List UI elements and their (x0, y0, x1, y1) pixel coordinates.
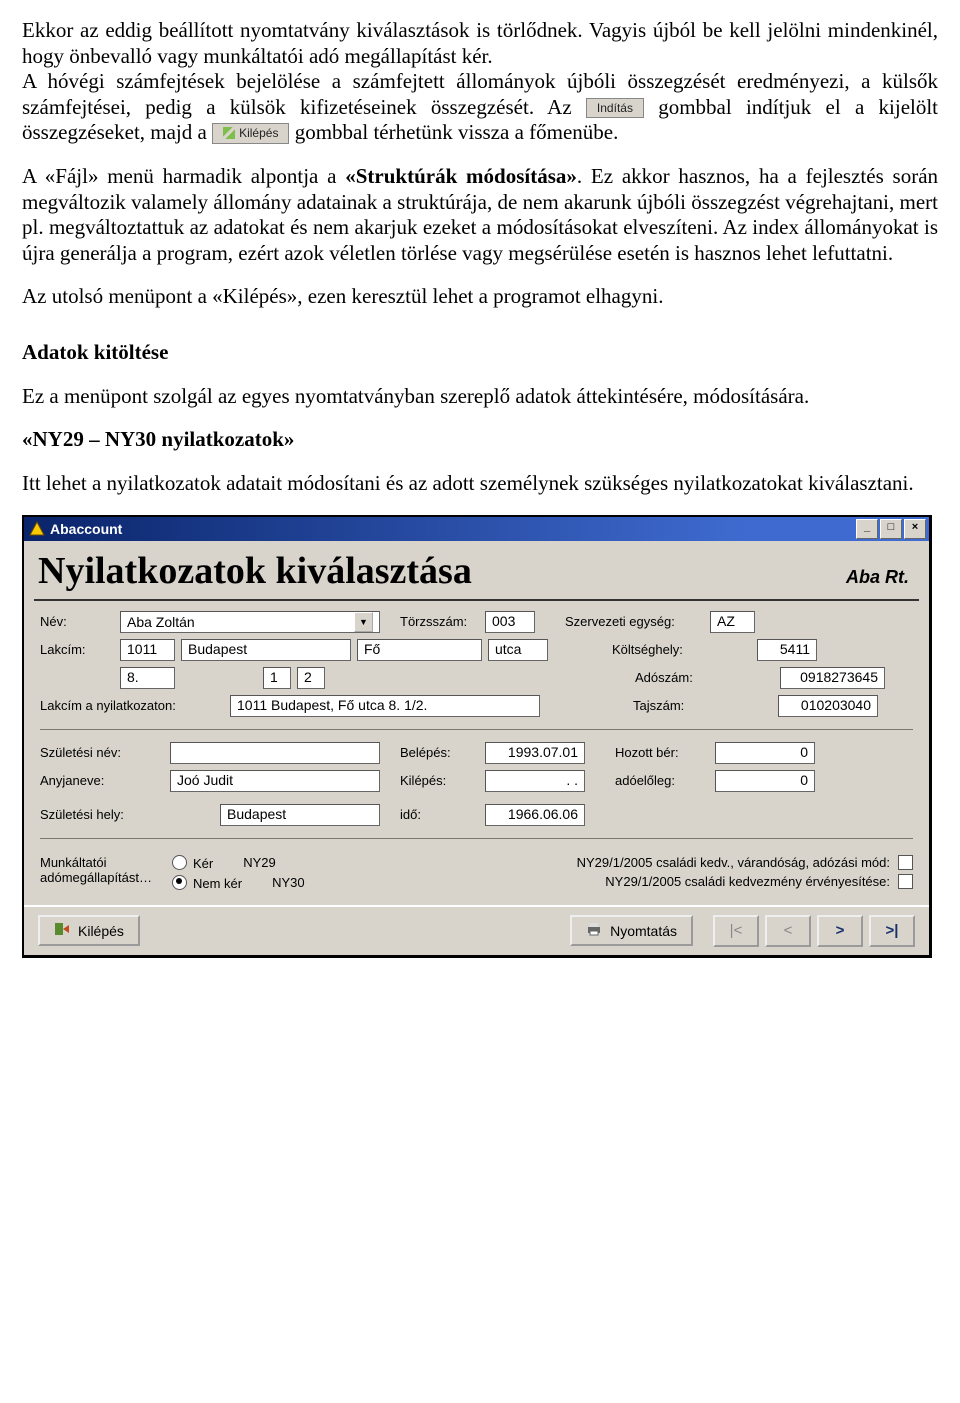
label-adoszam: Adószám: (635, 670, 780, 685)
anyaneve-input[interactable]: Joó Judit (170, 770, 380, 792)
label-munk: Munkáltatói adómegállapítást… (40, 851, 160, 895)
minimize-button[interactable]: _ (856, 519, 878, 539)
label-kilepes: Kilépés: (400, 773, 485, 788)
kozterulet-input[interactable]: utca (488, 639, 548, 661)
belepes-input[interactable]: 1993.07.01 (485, 742, 585, 764)
label-torzsszam: Törzsszám: (400, 614, 485, 629)
text-bold: «Struktúrák módosítása» (345, 164, 577, 188)
section-heading: «NY29 – NY30 nyilatkozatok» (22, 427, 938, 453)
szulhely-input[interactable]: Budapest (220, 804, 380, 826)
radio-ker[interactable] (172, 855, 187, 870)
chk1-label: NY29/1/2005 családi kedv., várandóság, a… (577, 855, 890, 870)
adoeloleg-input[interactable]: 0 (715, 770, 815, 792)
radio-nemker[interactable] (172, 875, 187, 890)
chk2-label: NY29/1/2005 családi kedvezmény érvényesí… (605, 874, 890, 889)
adoszam-input[interactable]: 0918273645 (780, 667, 885, 689)
chk2[interactable] (898, 874, 913, 889)
utcanev-input[interactable]: Fő (357, 639, 482, 661)
nav-last-button[interactable]: >| (869, 915, 915, 947)
exit-icon (54, 921, 70, 940)
nev-value: Aba Zoltán (127, 614, 195, 630)
nav-next-button[interactable]: > (817, 915, 863, 947)
varos-input[interactable]: Budapest (181, 639, 351, 661)
nav-first-button[interactable]: |< (713, 915, 759, 947)
nyomtatas-label: Nyomtatás (610, 923, 677, 939)
emelet-input[interactable]: 1 (263, 667, 291, 689)
app-icon (29, 521, 45, 537)
text: gombbal térhetünk vissza a főmenübe. (295, 120, 619, 144)
label-szulnev: Születési név: (40, 745, 170, 760)
nav-group: |< < > >| (713, 915, 915, 947)
maximize-button[interactable]: □ (880, 519, 902, 539)
label-hozott: Hozott bér: (615, 745, 715, 760)
page-title: Nyilatkozatok kiválasztása (38, 549, 472, 593)
ny29-label: NY29 (243, 855, 276, 870)
label-koltseghely: Költséghely: (612, 642, 757, 657)
kilepes-input[interactable]: . . (485, 770, 585, 792)
paragraph: Ez a menüpont szolgál az egyes nyomtatvá… (22, 384, 938, 410)
titlebar: Abaccount _ □ × (24, 517, 929, 541)
form: Név: Aba Zoltán ▼ Törzsszám: 003 Szervez… (24, 611, 929, 905)
label-szulhely: Születési hely: (40, 807, 220, 822)
button-bar: Kilépés Nyomtatás |< < > >| (24, 905, 929, 955)
label-lakcim: Lakcím: (40, 642, 120, 657)
inditas-button[interactable]: Indítás (586, 98, 644, 119)
koltseghely-input[interactable]: 5411 (757, 639, 817, 661)
irsz-input[interactable]: 1011 (120, 639, 175, 661)
nyomtatas-button[interactable]: Nyomtatás (570, 915, 693, 946)
ido-input[interactable]: 1966.06.06 (485, 804, 585, 826)
radio-ker-label: Kér (193, 856, 213, 871)
text: A «Fájl» menü harmadik alpontja a (22, 164, 345, 188)
chevron-down-icon[interactable]: ▼ (354, 612, 373, 632)
label-anyaneve: Anyjaneve: (40, 773, 170, 788)
hazszam-input[interactable]: 8. (120, 667, 175, 689)
nav-prev-button[interactable]: < (765, 915, 811, 947)
paragraph: A «Fájl» menü harmadik alpontja a «Struk… (22, 164, 938, 266)
kilepes-button[interactable]: Kilépés (38, 915, 140, 946)
label-belepes: Belépés: (400, 745, 485, 760)
paragraph: Az utolsó menüpont a «Kilépés», ezen ker… (22, 284, 938, 310)
label-tajszam: Tajszám: (633, 698, 778, 713)
chk1[interactable] (898, 855, 913, 870)
ny30-label: NY30 (272, 875, 305, 890)
lakcim-ny-input[interactable]: 1011 Budapest, Fő utca 8. 1/2. (230, 695, 540, 717)
hozott-input[interactable]: 0 (715, 742, 815, 764)
company-name: Aba Rt. (846, 567, 909, 588)
section-heading: Adatok kitöltése (22, 340, 938, 366)
radio-nemker-label: Nem kér (193, 876, 242, 891)
kilepes-inline-button[interactable]: Kilépés (212, 123, 289, 144)
label-ido: idő: (400, 807, 485, 822)
window-title: Abaccount (50, 521, 122, 537)
nev-select[interactable]: Aba Zoltán ▼ (120, 611, 380, 633)
szulnev-input[interactable] (170, 742, 380, 764)
torzsszam-input[interactable]: 003 (485, 611, 535, 633)
ajto-input[interactable]: 2 (297, 667, 325, 689)
szerv-input[interactable]: AZ (710, 611, 755, 633)
text: Ekkor az eddig beállított nyomtatvány ki… (22, 18, 938, 68)
print-icon (586, 921, 602, 940)
app-window: Abaccount _ □ × Nyilatkozatok kiválasztá… (22, 515, 932, 958)
label-adoeloleg: adóelőleg: (615, 773, 715, 788)
label-szerv: Szervezeti egység: (565, 614, 710, 629)
label-lakcim-ny: Lakcím a nyilatkozaton: (40, 698, 230, 713)
kilepes-label: Kilépés (78, 923, 124, 939)
paragraph: Ekkor az eddig beállított nyomtatvány ki… (22, 18, 938, 146)
paragraph: Itt lehet a nyilatkozatok adatait módosí… (22, 471, 938, 497)
close-button[interactable]: × (904, 519, 926, 539)
tajszam-input[interactable]: 010203040 (778, 695, 878, 717)
label-nev: Név: (40, 614, 120, 629)
